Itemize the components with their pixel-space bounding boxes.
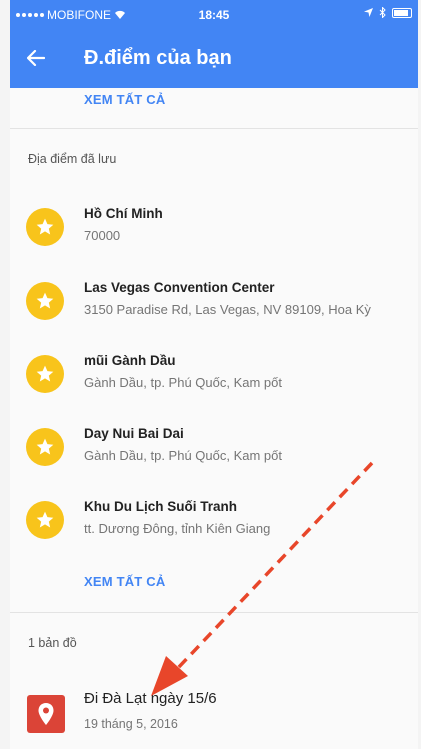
phone-screen: MOBIFONE 18:45 Đ.điểm của bạn XEM TẤT CẢ…	[10, 0, 418, 749]
dashed-arrow-annotation	[151, 461, 374, 696]
